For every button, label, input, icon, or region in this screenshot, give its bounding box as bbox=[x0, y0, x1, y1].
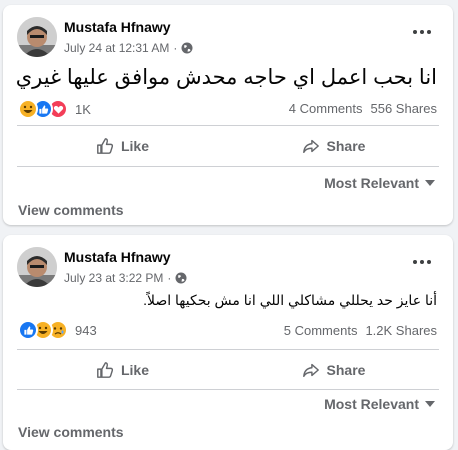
post-stats: 4 Comments 556 Shares bbox=[289, 101, 437, 116]
sort-label: Most Relevant bbox=[324, 175, 419, 191]
post-card: Mustafa Hfnawy July 24 at 12:31 AM · انا… bbox=[3, 5, 453, 225]
divider bbox=[17, 125, 439, 126]
author-name[interactable]: Mustafa Hfnawy bbox=[64, 19, 171, 35]
post-actions: Like Share bbox=[17, 351, 439, 388]
more-options-icon[interactable] bbox=[413, 29, 431, 35]
reaction-count: 1K bbox=[75, 101, 91, 117]
divider bbox=[17, 349, 439, 350]
reactions-summary[interactable]: 943 bbox=[18, 320, 97, 340]
post-meta: July 23 at 3:22 PM · bbox=[64, 271, 187, 285]
like-label: Like bbox=[120, 138, 149, 154]
caret-down-icon bbox=[425, 401, 435, 407]
reaction-count: 943 bbox=[75, 322, 97, 338]
share-label: Share bbox=[326, 138, 366, 154]
globe-icon bbox=[181, 42, 193, 54]
shares-count[interactable]: 556 Shares bbox=[371, 101, 438, 116]
comment-sort-dropdown[interactable]: Most Relevant bbox=[324, 175, 435, 191]
post-stats: 5 Comments 1.2K Shares bbox=[284, 323, 437, 338]
timestamp[interactable]: July 23 at 3:22 PM bbox=[64, 271, 163, 285]
reactions-summary[interactable]: 1K bbox=[18, 99, 91, 119]
share-button[interactable]: Share bbox=[228, 127, 439, 165]
globe-icon bbox=[175, 272, 187, 284]
shares-count[interactable]: 1.2K Shares bbox=[365, 323, 437, 338]
view-comments-link[interactable]: View comments bbox=[18, 424, 124, 440]
like-label: Like bbox=[120, 361, 149, 378]
author-name[interactable]: Mustafa Hfnawy bbox=[64, 249, 171, 265]
share-arrow-icon bbox=[302, 363, 319, 377]
post-text: انا بحب اعمل اي حاجه محدش موافق عليها غي… bbox=[15, 66, 437, 89]
post-card: Mustafa Hfnawy July 23 at 3:22 PM · أنا … bbox=[3, 235, 453, 450]
like-button[interactable]: Like bbox=[17, 351, 228, 388]
avatar[interactable] bbox=[17, 17, 57, 57]
view-comments-link[interactable]: View comments bbox=[18, 202, 124, 218]
divider bbox=[17, 389, 439, 390]
like-reaction-icon bbox=[18, 320, 38, 340]
comments-count[interactable]: 5 Comments bbox=[284, 323, 358, 338]
haha-reaction-icon bbox=[18, 99, 38, 119]
post-actions: Like Share bbox=[17, 127, 439, 165]
share-label: Share bbox=[326, 361, 366, 378]
avatar[interactable] bbox=[17, 247, 57, 287]
sort-label: Most Relevant bbox=[324, 396, 419, 412]
share-arrow-icon bbox=[302, 139, 319, 154]
thumbs-up-icon bbox=[97, 138, 114, 154]
comments-count[interactable]: 4 Comments bbox=[289, 101, 363, 116]
comment-sort-dropdown[interactable]: Most Relevant bbox=[324, 396, 435, 412]
more-options-icon[interactable] bbox=[413, 259, 431, 265]
meta-separator: · bbox=[173, 41, 178, 55]
thumbs-up-icon bbox=[97, 361, 114, 378]
share-button[interactable]: Share bbox=[228, 351, 439, 388]
divider bbox=[17, 166, 439, 167]
like-button[interactable]: Like bbox=[17, 127, 228, 165]
timestamp[interactable]: July 24 at 12:31 AM bbox=[64, 41, 169, 55]
caret-down-icon bbox=[425, 180, 435, 186]
post-meta: July 24 at 12:31 AM · bbox=[64, 41, 193, 55]
post-text: أنا عايز حد يحللي مشاكلي اللي انا مش بحك… bbox=[143, 292, 437, 308]
meta-separator: · bbox=[167, 271, 172, 285]
